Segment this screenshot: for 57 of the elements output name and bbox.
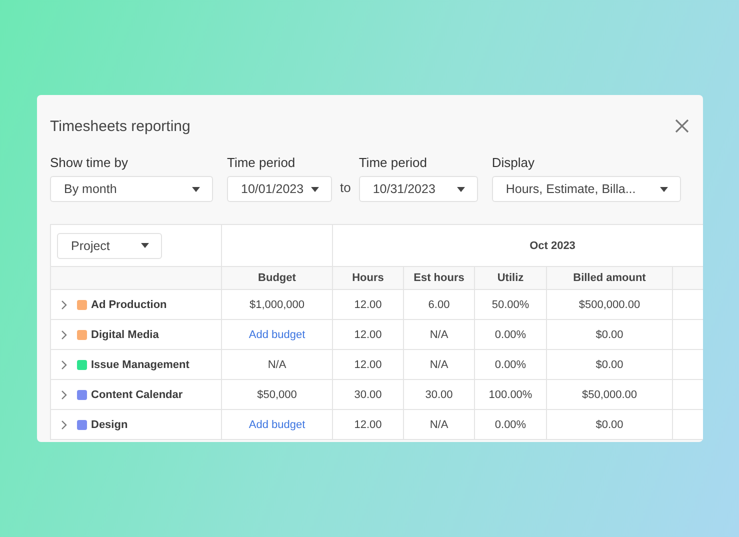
table-cell: N/A (430, 418, 448, 430)
filter-label: Time period (358, 155, 428, 170)
table-cell: 0.00% (494, 358, 526, 370)
chevron-right-icon[interactable] (61, 300, 67, 310)
table-cell: $0.00 (596, 418, 624, 430)
table-cell: 12.00 (354, 418, 382, 430)
table-cell: 6.00 (428, 298, 450, 310)
table-cell: 30.00 (354, 388, 382, 400)
column-header: Budget (222, 267, 333, 290)
chevron-right-icon[interactable] (61, 390, 67, 400)
table-cell: $0.00 (596, 328, 624, 340)
table-cell: $50,000 (257, 388, 297, 400)
project-name: Digital Media (91, 328, 159, 340)
chevron-right-icon[interactable] (61, 420, 67, 430)
caret-icon (192, 186, 200, 192)
caret-icon (141, 243, 149, 248)
table-cell: N/A (430, 328, 448, 340)
project-name: Content Calendar (91, 388, 183, 400)
table-cell: $1,000,000 (249, 298, 305, 310)
filter-label: Show time by (50, 155, 130, 170)
table-cell: 12.00 (354, 298, 382, 310)
caret-icon (456, 186, 465, 192)
column-header: Billed amount (547, 267, 673, 290)
column-header: Hours (333, 267, 404, 290)
filter-label: Display (492, 155, 536, 170)
table-cell: N/A (430, 358, 448, 370)
table-cell: $0.00 (596, 358, 624, 370)
filter-dropdown[interactable]: 10/01/2023 (227, 176, 332, 202)
table-cell: $50,000.00 (582, 388, 638, 400)
add-budget-link[interactable]: Add budget (248, 328, 306, 340)
table-cell: 30.00 (425, 388, 453, 400)
table-cell: 0.00% (494, 328, 526, 340)
filter-dropdown[interactable]: Hours, Estimate, Billa... (492, 176, 681, 202)
table-cell: $500,000.00 (578, 298, 640, 310)
project-name: Design (91, 418, 128, 430)
table-cell: N/A (268, 358, 286, 370)
column-header: Est hours (404, 267, 475, 290)
filter-label: Time period (227, 155, 296, 170)
table-cell: 12.00 (354, 358, 382, 370)
project-name: Issue Management (91, 358, 190, 370)
table-cell: 12.00 (354, 328, 382, 340)
filter-dropdown[interactable]: By month (50, 176, 213, 202)
column-header: Utiliz (475, 267, 547, 290)
add-budget-link[interactable]: Add budget (248, 418, 306, 430)
table-cell: 50.00% (492, 298, 530, 310)
chevron-right-icon[interactable] (61, 360, 67, 370)
caret-icon (660, 186, 668, 192)
dialog-title: Timesheets reporting (50, 118, 190, 134)
filter-dropdown[interactable]: 10/31/2023 (358, 176, 478, 202)
table-cell: 0.00% (494, 418, 526, 430)
range-separator: to (340, 180, 351, 197)
table-cell: 100.00% (488, 388, 532, 400)
caret-icon (311, 186, 319, 192)
close-button[interactable] (673, 117, 691, 135)
project-name: Ad Production (91, 298, 167, 310)
chevron-right-icon[interactable] (61, 330, 67, 340)
group-by-dropdown[interactable]: Project (57, 232, 162, 258)
